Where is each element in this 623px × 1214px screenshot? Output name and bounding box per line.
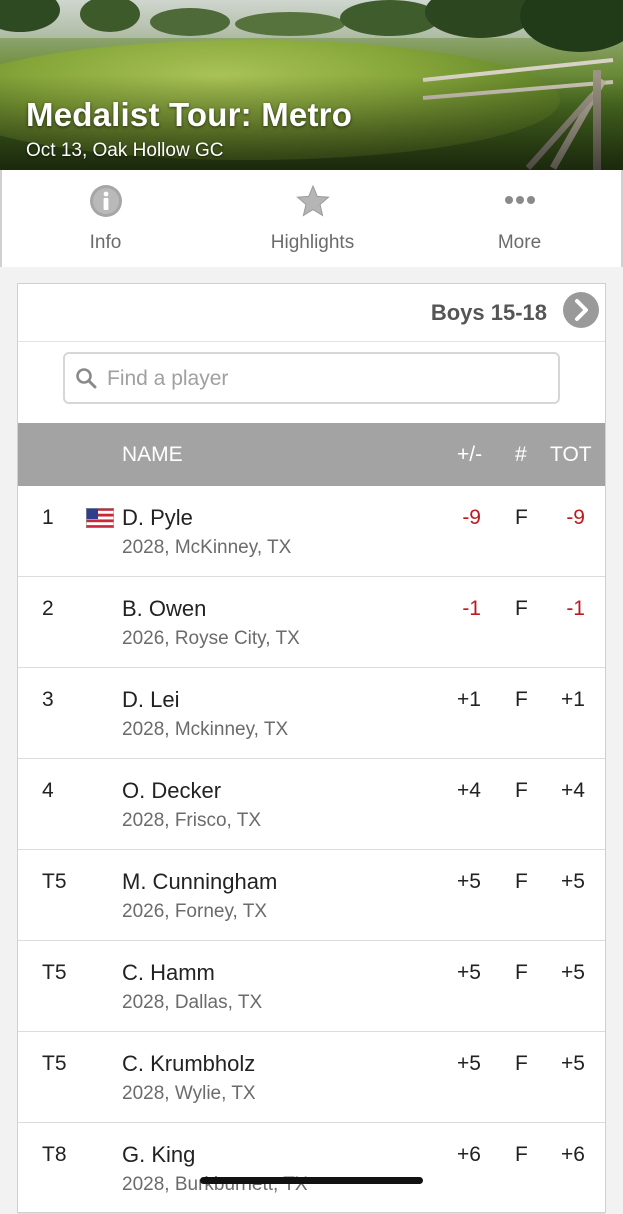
total: +5 xyxy=(561,1052,585,1075)
player-name: C. Krumbholz xyxy=(122,1051,256,1076)
division-next-button[interactable] xyxy=(563,292,599,328)
thru: F xyxy=(515,1143,528,1166)
tab-highlights-label: Highlights xyxy=(270,232,355,253)
to-par: +5 xyxy=(457,870,481,893)
player-name: D. Lei xyxy=(122,687,180,712)
search-icon xyxy=(76,368,97,389)
table-row[interactable]: T5 C. Hamm 2028, Dallas, TX +5 F +5 xyxy=(18,941,605,1032)
player-search[interactable] xyxy=(63,352,560,404)
table-row[interactable]: T8 G. King 2028, Burkburnett, TX +6 F +6 xyxy=(18,1123,605,1214)
table-header: NAME +/- # TOT xyxy=(18,423,605,486)
thru: F xyxy=(515,506,528,529)
tab-bar: Info Highlights More xyxy=(0,170,623,267)
total: +5 xyxy=(561,961,585,984)
thru: F xyxy=(515,597,528,620)
table-row[interactable]: 1 D. Pyle 2028, McKinney, TX -9 F -9 xyxy=(18,486,605,577)
chevron-right-icon xyxy=(575,299,588,321)
player-info: 2026, Forney, TX xyxy=(122,901,268,922)
to-par: +5 xyxy=(457,1052,481,1075)
info-icon xyxy=(89,185,122,217)
to-par: -9 xyxy=(462,506,481,529)
tab-info-label: Info xyxy=(89,232,122,253)
leaderboard-card: Boys 15-18 NAME +/- # TOT 1 D. Pyle 2028… xyxy=(17,283,606,1214)
thru: F xyxy=(515,1052,528,1075)
table-row[interactable]: 4 O. Decker 2028, Frisco, TX +4 F +4 xyxy=(18,759,605,850)
player-info: 2028, Mckinney, TX xyxy=(122,719,289,740)
position: 1 xyxy=(42,506,54,529)
table-row[interactable]: T5 M. Cunningham 2026, Forney, TX +5 F +… xyxy=(18,850,605,941)
header-thru[interactable]: # xyxy=(515,443,527,467)
us-flag-icon xyxy=(86,508,114,528)
to-par: +1 xyxy=(457,688,481,711)
star-icon xyxy=(295,184,330,217)
home-indicator[interactable] xyxy=(200,1177,423,1184)
position: 2 xyxy=(42,597,54,620)
player-name: D. Pyle xyxy=(122,505,193,530)
position: T8 xyxy=(42,1143,67,1166)
header-to-par[interactable]: +/- xyxy=(457,443,482,467)
thru: F xyxy=(515,779,528,802)
total: +4 xyxy=(561,779,585,802)
player-info: 2028, Wylie, TX xyxy=(122,1083,256,1104)
player-name: G. King xyxy=(122,1142,196,1167)
to-par: -1 xyxy=(462,597,481,620)
player-info: 2028, McKinney, TX xyxy=(122,537,292,558)
header-total[interactable]: TOT xyxy=(550,443,592,467)
to-par: +4 xyxy=(457,779,481,802)
player-name: C. Hamm xyxy=(122,960,215,985)
total: -1 xyxy=(566,597,585,620)
position: 3 xyxy=(42,688,54,711)
table-row[interactable]: 3 D. Lei 2028, Mckinney, TX +1 F +1 xyxy=(18,668,605,759)
player-info: 2028, Frisco, TX xyxy=(122,810,262,831)
search-input[interactable] xyxy=(105,362,549,396)
event-subtitle: Oct 13, Oak Hollow GC xyxy=(26,140,224,161)
thru: F xyxy=(515,961,528,984)
thru: F xyxy=(515,688,528,711)
thru: F xyxy=(515,870,528,893)
divider xyxy=(18,341,605,342)
tab-info[interactable]: Info xyxy=(2,170,209,267)
header-name[interactable]: NAME xyxy=(122,443,183,467)
total: -9 xyxy=(566,506,585,529)
position: T5 xyxy=(42,1052,67,1075)
to-par: +5 xyxy=(457,961,481,984)
total: +5 xyxy=(561,870,585,893)
to-par: +6 xyxy=(457,1143,481,1166)
table-row[interactable]: 2 B. Owen 2026, Royse City, TX -1 F -1 xyxy=(18,577,605,668)
player-info: 2028, Dallas, TX xyxy=(122,992,263,1013)
tab-highlights[interactable]: Highlights xyxy=(209,170,416,267)
tab-more[interactable]: More xyxy=(416,170,623,267)
event-header: Medalist Tour: Metro Oct 13, Oak Hollow … xyxy=(0,0,623,170)
more-dots-icon xyxy=(504,196,535,204)
player-name: M. Cunningham xyxy=(122,869,278,894)
event-title: Medalist Tour: Metro xyxy=(26,96,353,133)
total: +1 xyxy=(561,688,585,711)
position: T5 xyxy=(42,870,67,893)
division-label[interactable]: Boys 15-18 xyxy=(431,300,547,326)
player-name: O. Decker xyxy=(122,778,222,803)
tab-more-label: More xyxy=(497,232,542,253)
table-row[interactable]: T5 C. Krumbholz 2028, Wylie, TX +5 F +5 xyxy=(18,1032,605,1123)
position: 4 xyxy=(42,779,54,802)
player-name: B. Owen xyxy=(122,596,207,621)
player-info: 2026, Royse City, TX xyxy=(122,628,300,649)
total: +6 xyxy=(561,1143,585,1166)
position: T5 xyxy=(42,961,67,984)
leaderboard-rows: 1 D. Pyle 2028, McKinney, TX -9 F -9 2 B… xyxy=(18,486,605,1214)
